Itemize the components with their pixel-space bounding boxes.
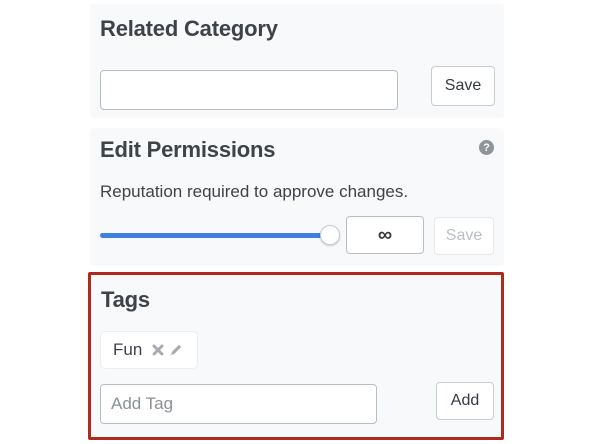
help-icon[interactable]: ? — [479, 140, 494, 155]
permissions-description: Reputation required to approve changes. — [100, 182, 409, 201]
reputation-value-field[interactable]: ∞ — [346, 216, 424, 254]
edit-permissions-title: Edit Permissions — [100, 137, 276, 162]
edit-permissions-panel: Edit Permissions ? Reputation required t… — [90, 128, 504, 266]
related-category-save-button[interactable]: Save — [431, 66, 495, 106]
x-icon[interactable] — [152, 344, 164, 356]
related-category-panel: Related Category Save — [90, 4, 504, 118]
slider-thumb[interactable] — [320, 225, 340, 245]
related-category-title: Related Category — [100, 16, 278, 41]
add-tag-input[interactable] — [100, 384, 377, 424]
tags-panel: Tags Fun Add — [88, 272, 504, 440]
tags-title: Tags — [101, 287, 150, 312]
related-category-input[interactable] — [100, 70, 398, 110]
add-tag-button[interactable]: Add — [436, 382, 494, 420]
help-glyph: ? — [483, 141, 490, 154]
slider-fill — [100, 233, 330, 238]
pencil-icon[interactable] — [168, 342, 184, 358]
reputation-slider[interactable] — [100, 225, 340, 245]
permissions-save-button[interactable]: Save — [434, 217, 494, 255]
tag-chip: Fun — [101, 332, 197, 368]
tag-label: Fun — [113, 340, 143, 359]
